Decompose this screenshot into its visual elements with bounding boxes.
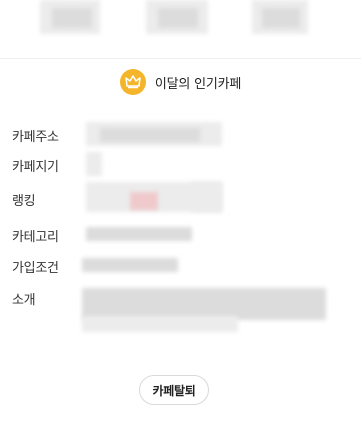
- category-row: 카테고리: [12, 224, 59, 246]
- ranking-row: 랭킹: [12, 188, 36, 210]
- leave-cafe-button[interactable]: 카페탈퇴: [139, 375, 209, 405]
- blurred-join-condition: [82, 258, 178, 272]
- popular-cafe-title: 이달의 인기카페: [154, 76, 242, 92]
- description-label: 소개: [12, 292, 36, 308]
- blurred-stat-1-detail: [52, 8, 92, 28]
- ranking-label: 랭킹: [12, 193, 36, 209]
- cafe-address-row: 카페주소: [12, 124, 59, 146]
- cafe-stats-row: [0, 0, 361, 48]
- description-row: 소개: [12, 287, 36, 309]
- blurred-category: [86, 227, 192, 241]
- crown-icon: [119, 69, 146, 95]
- blurred-cafe-address-detail: [100, 128, 200, 142]
- blurred-description-extra: [82, 316, 238, 332]
- blurred-stat-2-detail: [158, 8, 198, 28]
- popular-cafe-banner[interactable]: 이달의 인기카페: [0, 62, 361, 102]
- blurred-ranking-badge: [130, 192, 158, 210]
- cafe-manager-row: 카페지기: [12, 154, 59, 176]
- cafe-manager-label: 카페지기: [12, 159, 59, 175]
- section-divider: [0, 58, 361, 59]
- blurred-stat-3-detail: [262, 8, 300, 28]
- join-condition-row: 가입조건: [12, 255, 59, 277]
- cafe-address-label: 카페주소: [12, 129, 59, 145]
- category-label: 카테고리: [12, 229, 59, 245]
- join-condition-label: 가입조건: [12, 260, 59, 276]
- blurred-cafe-manager: [86, 152, 102, 176]
- blurred-ranking-extra: [192, 182, 222, 212]
